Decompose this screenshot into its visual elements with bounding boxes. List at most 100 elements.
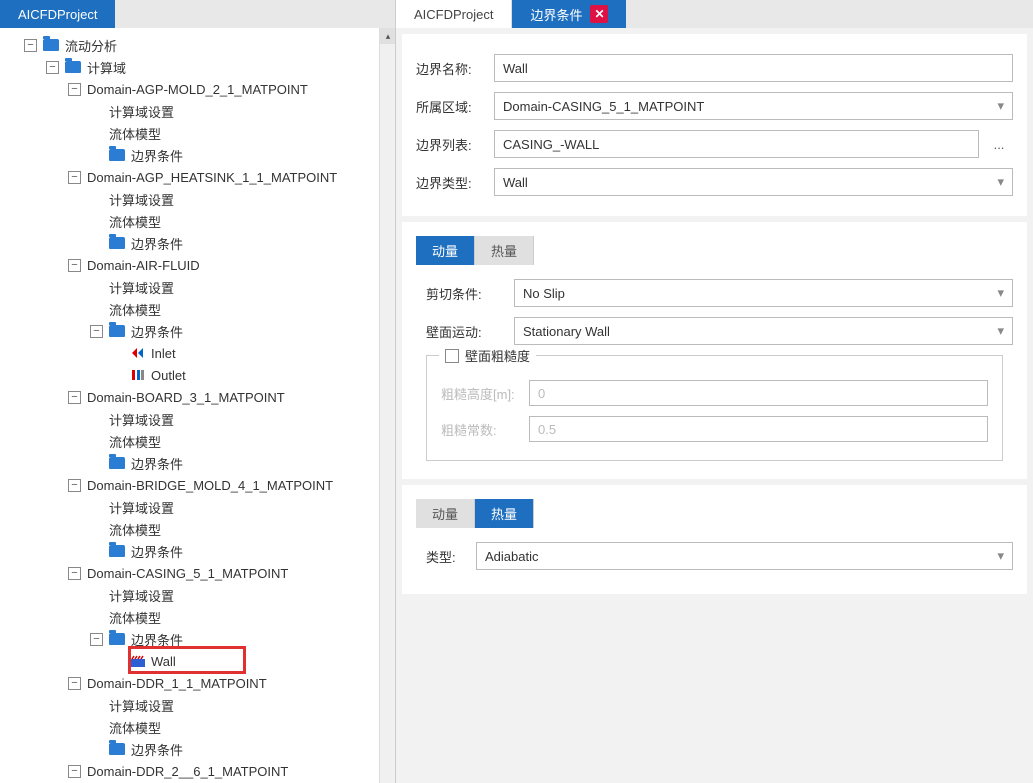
- folder-icon: [109, 545, 125, 557]
- tree-toggle[interactable]: −: [46, 61, 59, 74]
- roughness-checkbox[interactable]: [445, 349, 459, 363]
- heat-section: 动量 热量 类型: Adiabatic: [402, 485, 1027, 594]
- tree-item-bc[interactable]: −边界条件: [4, 320, 395, 342]
- tab-project[interactable]: AICFDProject: [0, 0, 115, 28]
- tree-item-settings[interactable]: 计算域设置: [4, 408, 395, 430]
- tree-label: Domain-AGP_HEATSINK_1_1_MATPOINT: [87, 170, 337, 185]
- tab-heat-2[interactable]: 热量: [475, 499, 534, 528]
- tree-label: 边界条件: [131, 630, 183, 649]
- boundary-list-input[interactable]: [494, 130, 979, 158]
- tree-item-settings[interactable]: 计算域设置: [4, 694, 395, 716]
- tree-label: Domain-BOARD_3_1_MATPOINT: [87, 390, 285, 405]
- tree-item-fluid[interactable]: 流体模型: [4, 518, 395, 540]
- tree-item-fluid[interactable]: 流体模型: [4, 298, 395, 320]
- left-tab-bar: AICFDProject: [0, 0, 395, 28]
- heat-tabs: 动量 热量: [416, 499, 1013, 528]
- boundary-name-input[interactable]: [494, 54, 1013, 82]
- shear-select[interactable]: No Slip: [514, 279, 1013, 307]
- roughness-title: 壁面粗糙度: [439, 346, 536, 365]
- rough-const-input: [529, 416, 988, 442]
- tree-toggle[interactable]: −: [68, 677, 81, 690]
- tree-toggle[interactable]: −: [68, 259, 81, 272]
- tab-heat[interactable]: 热量: [475, 236, 534, 265]
- tree-toggle[interactable]: −: [90, 325, 103, 338]
- tree-toggle[interactable]: −: [68, 479, 81, 492]
- tree-item-settings[interactable]: 计算域设置: [4, 584, 395, 606]
- tree-domain[interactable]: −Domain-BRIDGE_MOLD_4_1_MATPOINT: [4, 474, 395, 496]
- inlet-icon: [131, 347, 145, 359]
- tree-item-bc[interactable]: 边界条件: [4, 144, 395, 166]
- boundary-type-select[interactable]: Wall: [494, 168, 1013, 196]
- tree-toggle[interactable]: −: [68, 567, 81, 580]
- folder-icon: [109, 149, 125, 161]
- tree-item-fluid[interactable]: 流体模型: [4, 430, 395, 452]
- right-tab-bar: AICFDProject 边界条件 ✕: [396, 0, 1033, 28]
- tree-domain[interactable]: −Domain-AIR-FLUID: [4, 254, 395, 276]
- tree-label: 计算域设置: [109, 586, 174, 605]
- tree-label: 计算域: [87, 58, 126, 77]
- tab-momentum-2[interactable]: 动量: [416, 499, 475, 528]
- boundary-list-label: 边界列表:: [416, 135, 494, 154]
- tree-domain[interactable]: −Domain-BOARD_3_1_MATPOINT: [4, 386, 395, 408]
- tree-toggle[interactable]: −: [68, 171, 81, 184]
- tree-label: 流体模型: [109, 432, 161, 451]
- roughness-label: 壁面粗糙度: [465, 346, 530, 365]
- region-label: 所属区域:: [416, 97, 494, 116]
- folder-icon: [109, 457, 125, 469]
- tree-item-bc[interactable]: 边界条件: [4, 540, 395, 562]
- folder-icon: [65, 61, 81, 73]
- tree-item-bc[interactable]: − 边界条件: [4, 628, 395, 650]
- boundary-list-more-button[interactable]: ...: [985, 130, 1013, 158]
- wall-motion-value: Stationary Wall: [523, 324, 610, 339]
- tree-domain[interactable]: −Domain-AGP_HEATSINK_1_1_MATPOINT: [4, 166, 395, 188]
- tree-item-fluid[interactable]: 流体模型: [4, 716, 395, 738]
- tree-label: Domain-DDR_2__6_1_MATPOINT: [87, 764, 288, 779]
- tree-label: 流体模型: [109, 608, 161, 627]
- tree-label: 计算域设置: [109, 410, 174, 429]
- tree-toggle[interactable]: −: [68, 765, 81, 778]
- tree-label: 计算域设置: [109, 696, 174, 715]
- tree-toggle[interactable]: −: [68, 83, 81, 96]
- tree-item-settings[interactable]: 计算域设置: [4, 100, 395, 122]
- tree-item-bc[interactable]: 边界条件: [4, 232, 395, 254]
- outlet-icon: [131, 369, 145, 381]
- region-select[interactable]: Domain-CASING_5_1_MATPOINT: [494, 92, 1013, 120]
- tree-toggle[interactable]: −: [68, 391, 81, 404]
- tree-domain[interactable]: −Domain-CASING_5_1_MATPOINT: [4, 562, 395, 584]
- project-tree[interactable]: −流动分析−计算域−Domain-AGP-MOLD_2_1_MATPOINT计算…: [0, 28, 395, 783]
- tree-label: 流体模型: [109, 124, 161, 143]
- tab-boundary-conditions[interactable]: 边界条件 ✕: [512, 0, 626, 28]
- tree-bc-outlet[interactable]: Outlet: [4, 364, 395, 386]
- tree-item-fluid[interactable]: 流体模型: [4, 210, 395, 232]
- tree-item-settings[interactable]: 计算域设置: [4, 188, 395, 210]
- wall-motion-select[interactable]: Stationary Wall: [514, 317, 1013, 345]
- rough-height-label: 粗糙高度[m]:: [441, 384, 529, 403]
- tree-item-settings[interactable]: 计算域设置: [4, 276, 395, 298]
- close-icon[interactable]: ✕: [590, 5, 608, 23]
- tree-item-bc[interactable]: 边界条件: [4, 738, 395, 760]
- tree-root-node[interactable]: −流动分析: [4, 34, 395, 56]
- tree-label: 计算域设置: [109, 278, 174, 297]
- scroll-up-icon[interactable]: ▴: [380, 28, 395, 44]
- tree-item-fluid[interactable]: 流体模型: [4, 122, 395, 144]
- tree-domain[interactable]: −Domain-AGP-MOLD_2_1_MATPOINT: [4, 78, 395, 100]
- folder-icon: [109, 325, 125, 337]
- tree-label: 计算域设置: [109, 498, 174, 517]
- tree-toggle[interactable]: −: [90, 633, 103, 646]
- tree-label: 计算域设置: [109, 102, 174, 121]
- tree-item-fluid[interactable]: 流体模型: [4, 606, 395, 628]
- heat-type-select[interactable]: Adiabatic: [476, 542, 1013, 570]
- tree-toggle[interactable]: −: [24, 39, 37, 52]
- tree-bc-wall[interactable]: Wall: [4, 650, 395, 672]
- shear-value: No Slip: [523, 286, 565, 301]
- tree-item-bc[interactable]: 边界条件: [4, 452, 395, 474]
- tab-momentum[interactable]: 动量: [416, 236, 475, 265]
- tree-item-settings[interactable]: 计算域设置: [4, 496, 395, 518]
- tree-scrollbar[interactable]: ▴: [379, 28, 395, 783]
- tree-bc-inlet[interactable]: Inlet: [4, 342, 395, 364]
- tree-compute-domain[interactable]: − 计算域: [4, 56, 395, 78]
- boundary-type-value: Wall: [503, 175, 528, 190]
- tree-domain[interactable]: −Domain-DDR_1_1_MATPOINT: [4, 672, 395, 694]
- tab-project-right[interactable]: AICFDProject: [396, 0, 512, 28]
- tree-domain[interactable]: −Domain-DDR_2__6_1_MATPOINT: [4, 760, 395, 782]
